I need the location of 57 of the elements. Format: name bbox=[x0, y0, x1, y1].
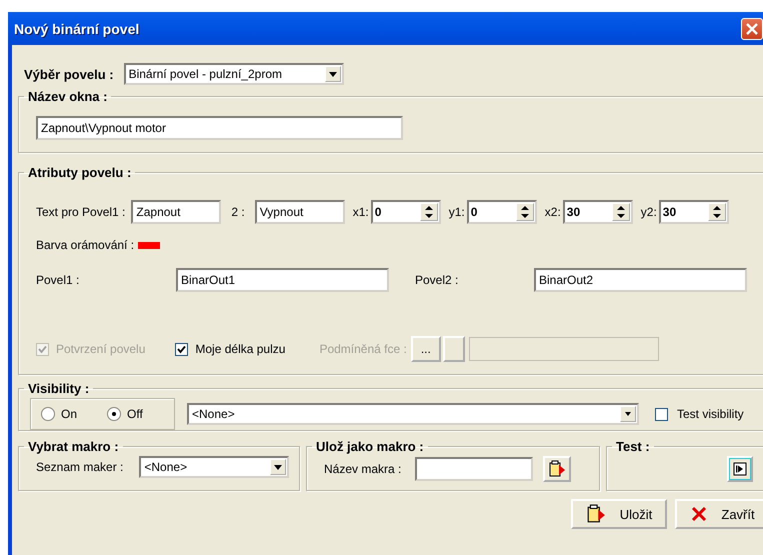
command-label: Povel1 : bbox=[36, 273, 80, 287]
command-label: Povel2 : bbox=[415, 273, 460, 287]
radio-button[interactable] bbox=[107, 407, 122, 421]
save-macro-button[interactable] bbox=[543, 456, 572, 482]
checkbox[interactable] bbox=[655, 408, 668, 420]
condition-field[interactable] bbox=[468, 337, 659, 361]
color-swatch[interactable] bbox=[138, 242, 160, 248]
coordinate-label: y1: bbox=[448, 205, 465, 219]
coordinate-label: x2: bbox=[544, 205, 561, 219]
field-label: 2 : bbox=[231, 205, 245, 219]
close-icon bbox=[691, 506, 708, 522]
group-title: Visibility : bbox=[27, 381, 90, 396]
dialog-button[interactable]: Uložit bbox=[571, 499, 667, 529]
field-label: Text pro Povel1 : bbox=[36, 205, 126, 219]
radio-option[interactable]: On bbox=[41, 407, 78, 421]
spinner-field[interactable]: 30 bbox=[658, 200, 729, 224]
close-icon bbox=[745, 22, 759, 36]
spinner-field[interactable]: 30 bbox=[562, 200, 633, 224]
border-color-label: Barva orámování : bbox=[36, 238, 134, 252]
coordinate-label: x1: bbox=[352, 205, 369, 219]
test-button[interactable] bbox=[727, 456, 753, 482]
radio-option[interactable]: Off bbox=[107, 407, 143, 421]
command-field[interactable]: BinarOut1 bbox=[176, 268, 389, 292]
checkbox-option[interactable]: Moje délka pulzu bbox=[175, 342, 286, 356]
macro-list-label: Seznam maker : bbox=[36, 460, 124, 474]
macro-name-label: Název makra : bbox=[324, 462, 402, 476]
command-label: Výběr povelu : bbox=[24, 66, 114, 82]
text-field[interactable]: Vypnout bbox=[254, 200, 345, 224]
dialog-button[interactable]: Zavřít bbox=[675, 499, 763, 529]
spinner-field[interactable]: 0 bbox=[466, 200, 537, 224]
spinner-arrows-icon bbox=[708, 203, 726, 221]
play-icon bbox=[733, 462, 747, 476]
spinner-arrows-icon bbox=[516, 203, 534, 221]
clipboard-arrow-icon bbox=[586, 504, 606, 524]
clipboard-arrow-icon bbox=[548, 460, 566, 478]
window-title: Nový binární povel bbox=[14, 20, 140, 36]
visibility-dropdown[interactable]: <None> bbox=[187, 403, 639, 425]
spinner-field[interactable]: 0 bbox=[370, 200, 441, 224]
group-title: Atributy povelu : bbox=[27, 165, 132, 180]
window-name-field[interactable]: Zapnout\Vypnout motor bbox=[36, 116, 403, 140]
macro-name-field[interactable] bbox=[415, 457, 534, 481]
group-title: Ulož jako makro : bbox=[315, 439, 425, 454]
group-title: Vybrat makro : bbox=[27, 439, 120, 454]
spinner-arrows-icon bbox=[420, 203, 438, 221]
group-title: Název okna : bbox=[27, 89, 108, 104]
checkbox[interactable] bbox=[175, 342, 188, 356]
macro-dropdown[interactable]: <None> bbox=[139, 456, 290, 478]
test-visibility-checkbox[interactable]: Test visibility bbox=[655, 407, 744, 421]
spinner-arrows-icon bbox=[612, 203, 630, 221]
text-field[interactable]: Zapnout bbox=[131, 200, 222, 224]
conditional-label: Podmíněná fce : bbox=[319, 342, 407, 356]
coordinate-label: y2: bbox=[640, 205, 657, 219]
group-title: Test : bbox=[615, 439, 651, 454]
radio-button[interactable] bbox=[41, 407, 55, 421]
close-button[interactable] bbox=[741, 18, 763, 40]
command-dropdown[interactable]: Binární povel - pulzní_2prom bbox=[124, 63, 344, 85]
command-field[interactable]: BinarOut2 bbox=[534, 268, 747, 292]
